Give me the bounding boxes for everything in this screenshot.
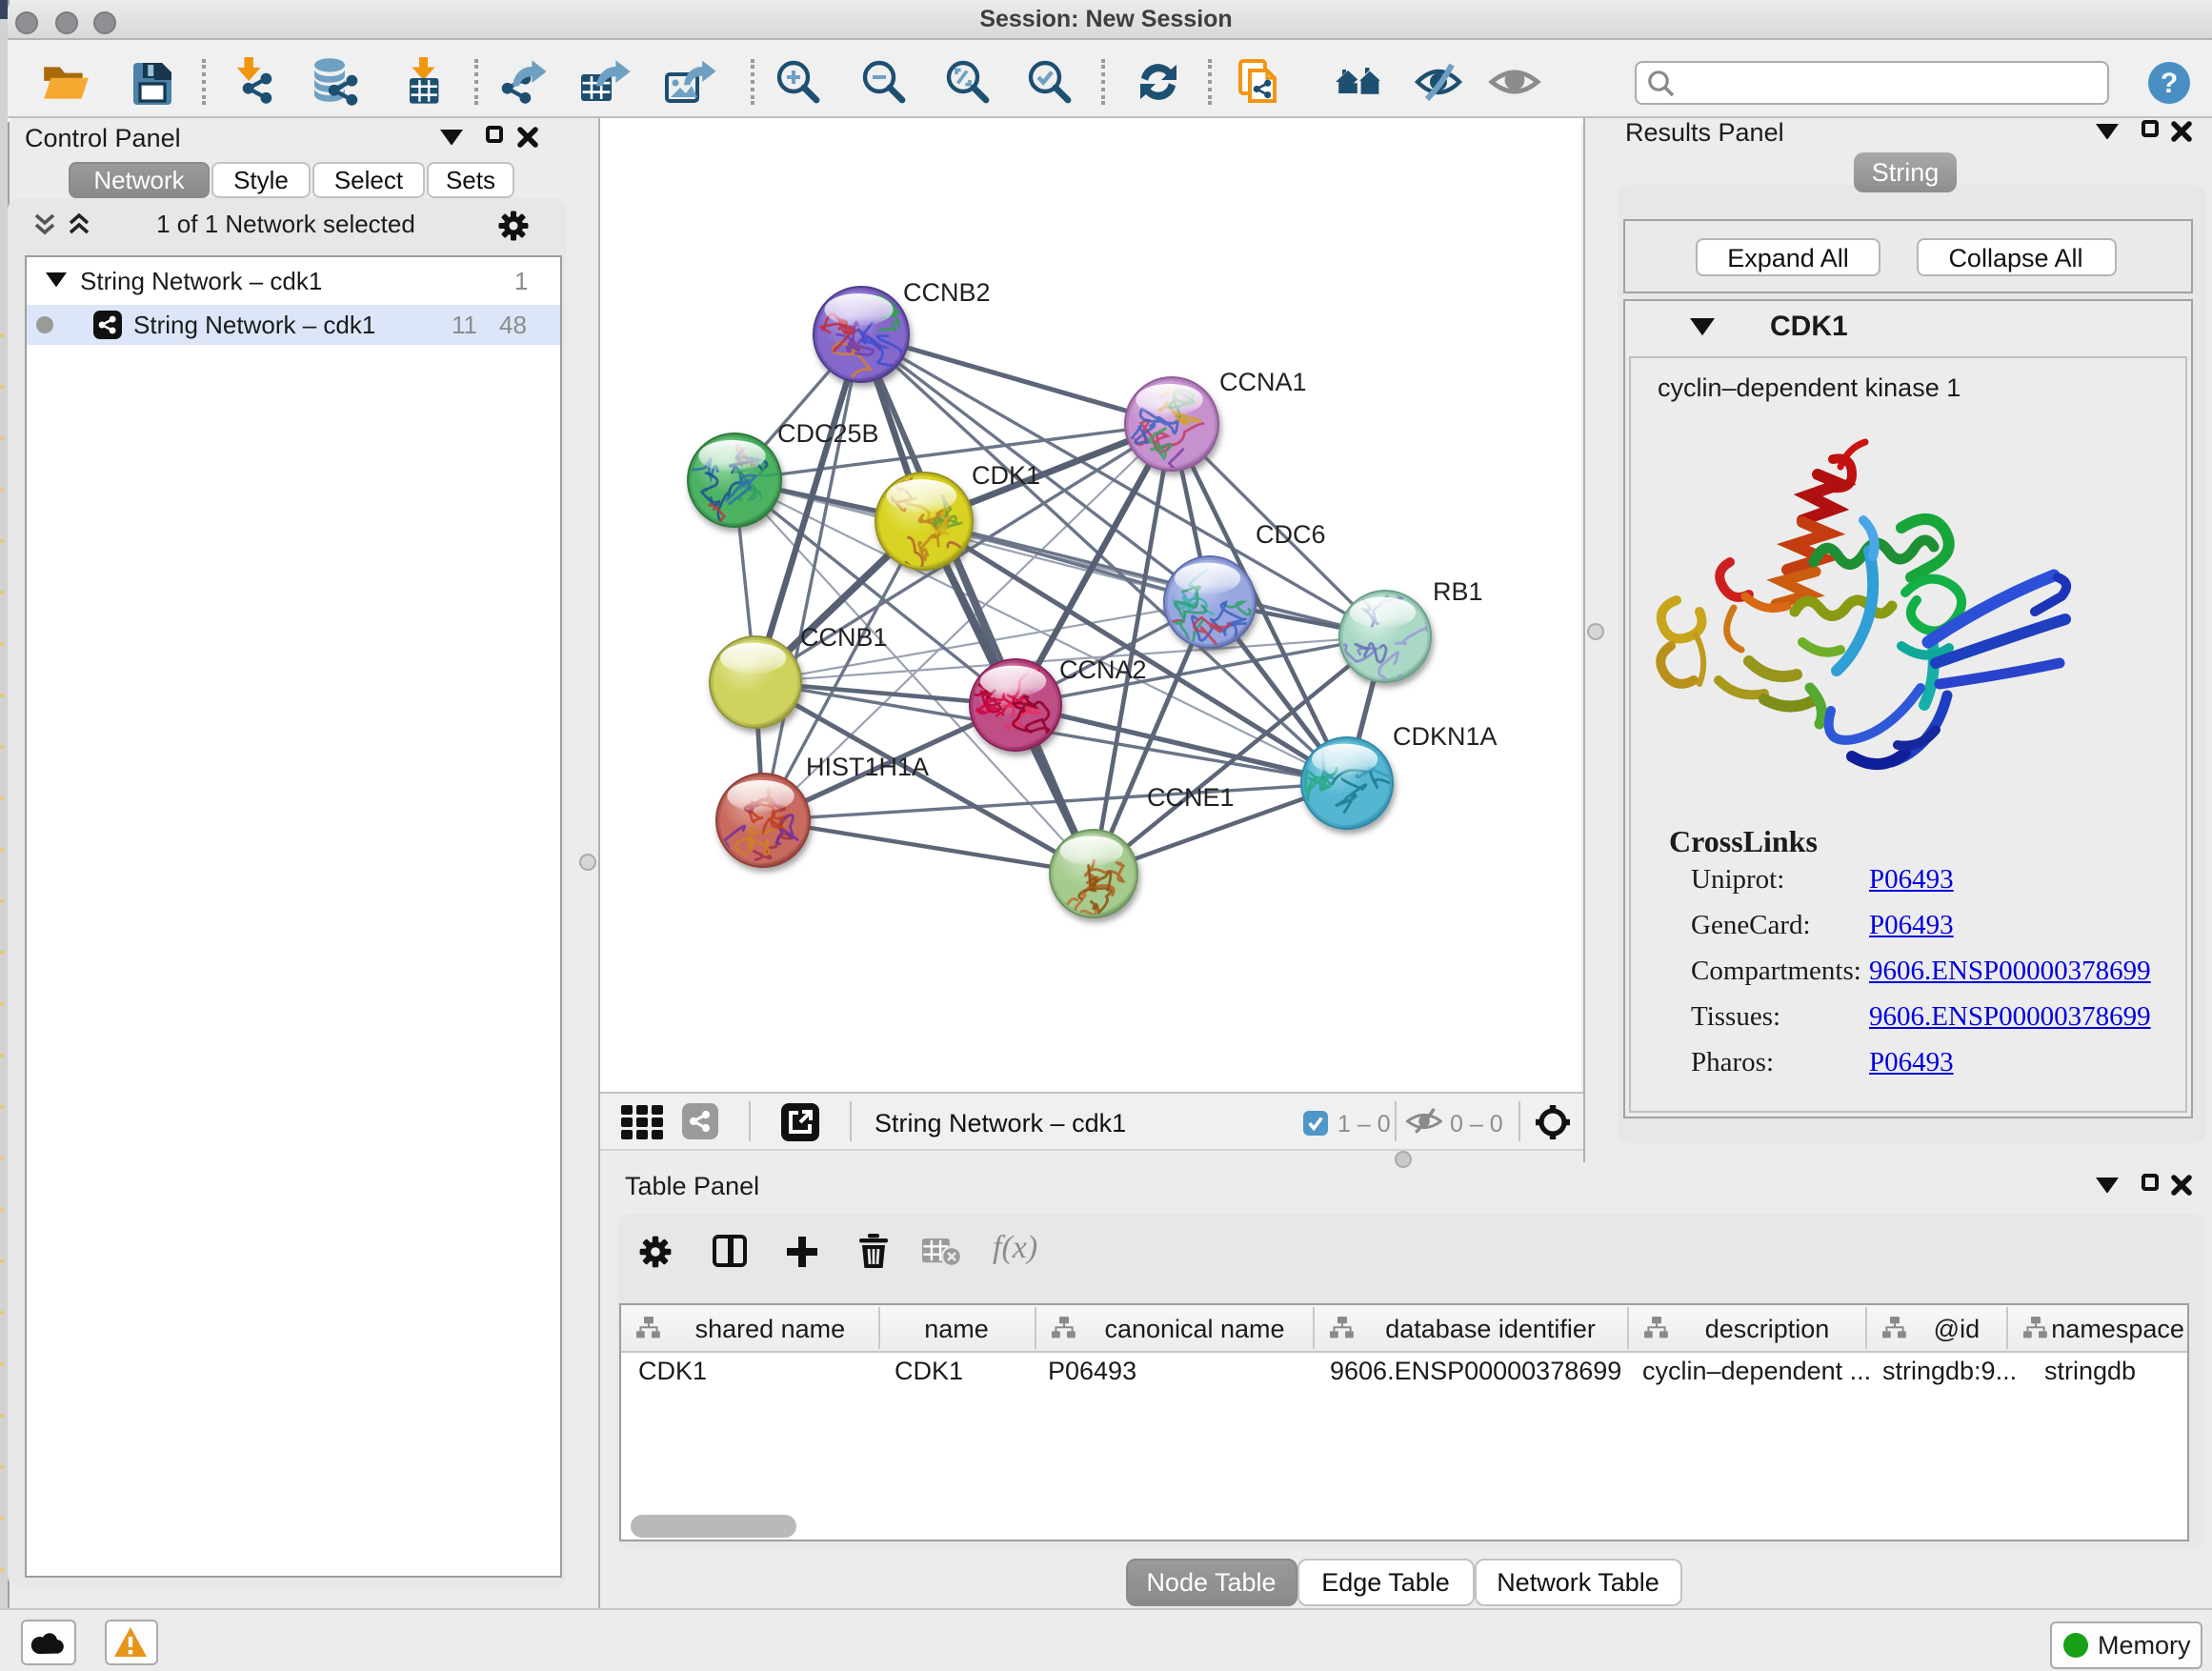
svg-text:CDC6: CDC6: [1256, 520, 1326, 549]
svg-text:CCNA1: CCNA1: [1219, 368, 1307, 396]
svg-text:?: ?: [2161, 68, 2178, 99]
svg-text:RB1: RB1: [1433, 577, 1483, 606]
svg-text:CCNB1: CCNB1: [800, 623, 888, 652]
svg-text:CCNB2: CCNB2: [903, 278, 991, 307]
svg-text:CDK1: CDK1: [972, 461, 1040, 490]
svg-text:CDKN1A: CDKN1A: [1393, 722, 1498, 751]
svg-text:CCNE1: CCNE1: [1147, 783, 1235, 812]
svg-text:CDC25B: CDC25B: [777, 419, 879, 448]
svg-text:CCNA2: CCNA2: [1059, 655, 1147, 684]
svg-text:HIST1H1A: HIST1H1A: [806, 753, 929, 781]
